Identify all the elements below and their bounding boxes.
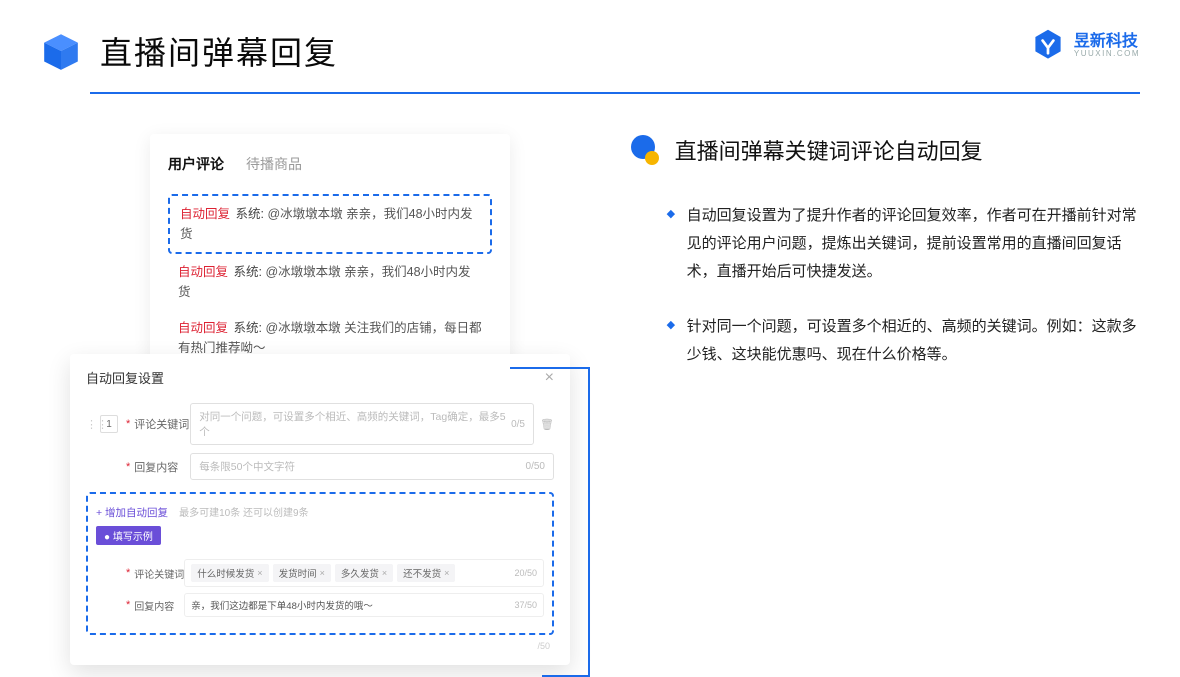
drag-handle-icon[interactable]: ⋮⋮: [86, 418, 96, 431]
ex-keyword-input[interactable]: 什么时候发货× 发货时间× 多久发货× 还不发货× 20/50: [184, 559, 544, 587]
settings-card: 自动回复设置 × ⋮⋮ 1 * 评论关键词 对同一个问题，可设置多个相近、高频的…: [70, 354, 570, 665]
bubble-icon: [631, 135, 661, 165]
chips-container: 什么时候发货× 发货时间× 多久发货× 还不发货×: [191, 564, 514, 582]
tab-user-comments[interactable]: 用户评论: [168, 154, 224, 178]
auto-reply-tag: 自动回复: [178, 321, 228, 335]
bullet-item: 自动回复设置为了提升作者的评论回复效率，作者可在开播前针对常见的评论用户问题，提…: [667, 202, 1140, 285]
chip-remove-icon[interactable]: ×: [444, 568, 449, 578]
ghost-count: /50: [537, 641, 550, 651]
keyword-placeholder: 对同一个问题，可设置多个相近、高频的关键词，Tag确定，最多5个: [199, 409, 511, 439]
chip-remove-icon[interactable]: ×: [382, 568, 387, 578]
settings-title: 自动回复设置: [86, 368, 164, 387]
reply-input[interactable]: 每条限50个中文字符 0/50: [190, 453, 554, 480]
reply-placeholder: 每条限50个中文字符: [199, 459, 295, 474]
highlighted-comment: 自动回复 系统: @冰墩墩本墩 亲亲，我们48小时内发货: [168, 194, 492, 254]
chip[interactable]: 还不发货×: [397, 564, 455, 582]
cube-icon: [40, 30, 82, 72]
required-mark: *: [126, 599, 130, 611]
auto-reply-tag: 自动回复: [178, 265, 228, 279]
right-column: 直播间弹幕关键词评论自动回复 自动回复设置为了提升作者的评论回复效率，作者可在开…: [631, 134, 1140, 397]
brand-name-en: YUUXIN.COM: [1074, 50, 1140, 59]
tab-pending-goods[interactable]: 待播商品: [246, 154, 302, 178]
page-title: 直播间弹幕回复: [100, 28, 338, 74]
chip-remove-icon[interactable]: ×: [257, 568, 262, 578]
ex-reply-input[interactable]: 亲，我们这边都是下单48小时内发货的哦～ 37/50: [184, 593, 544, 617]
ex-keyword-count: 20/50: [514, 568, 537, 578]
example-badge: ● 填写示例: [96, 526, 161, 545]
rule-number: 1: [100, 415, 118, 433]
keyword-input[interactable]: 对同一个问题，可设置多个相近、高频的关键词，Tag确定，最多5个 0/5: [190, 403, 534, 445]
add-hint: 最多可建10条 还可以创建9条: [179, 508, 308, 519]
comment-item: 自动回复 系统: @冰墩墩本墩 亲亲，我们48小时内发货: [168, 254, 492, 310]
left-column: 用户评论 待播商品 自动回复 系统: @冰墩墩本墩 亲亲，我们48小时内发货 自…: [70, 134, 551, 397]
brand-logo: 昱新科技 YUUXIN.COM: [1030, 28, 1140, 64]
reply-count: 0/50: [526, 461, 545, 472]
chip[interactable]: 多久发货×: [335, 564, 393, 582]
example-box: + 增加自动回复 最多可建10条 还可以创建9条 ● 填写示例 * 评论关键词 …: [86, 492, 554, 635]
bullet-item: 针对同一个问题，可设置多个相近的、高频的关键词。例如：这款多少钱、这块能优惠吗、…: [667, 313, 1140, 369]
close-icon[interactable]: ×: [545, 369, 554, 387]
system-label: 系统:: [234, 321, 262, 335]
chip-remove-icon[interactable]: ×: [320, 568, 325, 578]
system-label: 系统:: [234, 265, 262, 279]
reply-label: 回复内容: [134, 459, 190, 475]
ex-keyword-label: 评论关键词: [134, 566, 184, 581]
ex-reply-text: 亲，我们这边都是下单48小时内发货的哦～: [191, 598, 373, 612]
required-mark: *: [126, 461, 130, 473]
chip[interactable]: 什么时候发货×: [191, 564, 268, 582]
ex-reply-count: 37/50: [514, 600, 537, 610]
connector-line: [588, 367, 590, 677]
keyword-label: 评论关键词: [134, 416, 190, 432]
system-label: 系统:: [236, 207, 264, 221]
brand-name-cn: 昱新科技: [1074, 33, 1140, 51]
ex-reply-label: 回复内容: [134, 598, 184, 613]
auto-reply-tag: 自动回复: [180, 207, 230, 221]
section-title: 直播间弹幕关键词评论自动回复: [675, 134, 983, 166]
keyword-count: 0/5: [511, 419, 525, 430]
required-mark: *: [126, 418, 130, 430]
required-mark: *: [126, 567, 130, 579]
add-auto-reply-link[interactable]: + 增加自动回复: [96, 507, 168, 519]
trash-icon[interactable]: 🗑: [540, 418, 554, 431]
chip[interactable]: 发货时间×: [273, 564, 331, 582]
